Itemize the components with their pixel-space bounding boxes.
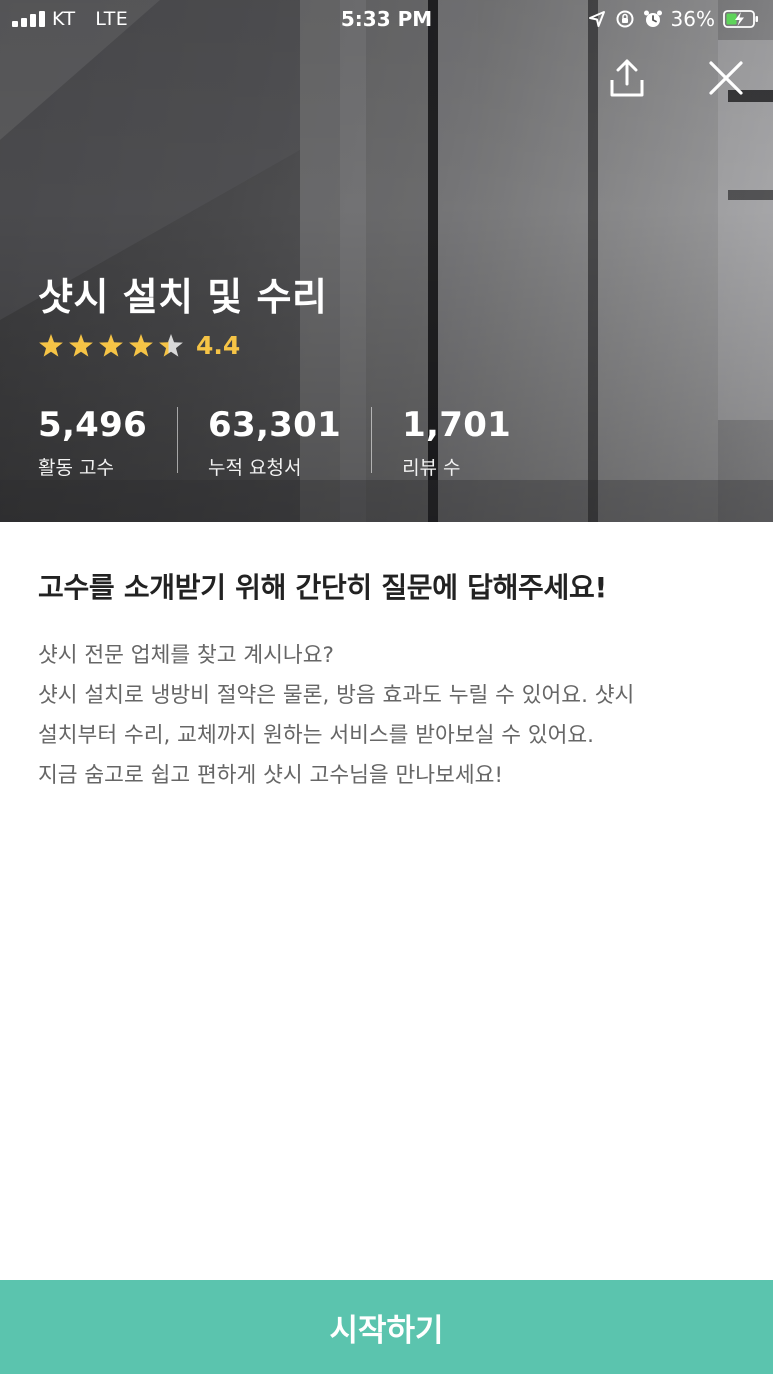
rating-value: 4.4	[196, 331, 241, 360]
start-button-label: 시작하기	[329, 1312, 444, 1349]
stat-divider	[177, 407, 179, 473]
stat-divider	[371, 407, 373, 473]
service-title: 샷시 설치 및 수리	[38, 275, 328, 319]
stat-review-count: 1,701 리뷰 수	[402, 405, 511, 480]
battery-charging-icon	[723, 10, 758, 28]
star-icon	[159, 333, 183, 357]
share-button[interactable]	[605, 56, 649, 100]
stat-value: 5,496	[38, 405, 148, 445]
status-bar: KT LTE 5:33 PM 36%	[0, 0, 773, 40]
stat-label: 리뷰 수	[402, 457, 461, 479]
description-line: 샷시 설치로 냉방비 절약은 물론, 방음 효과도 누릴 수 있어요. 샷시	[38, 683, 635, 708]
service-description: 샷시 전문 업체를 찾고 계시나요? 샷시 설치로 냉방비 절약은 물론, 방음…	[38, 636, 738, 796]
stat-value: 1,701	[402, 405, 512, 445]
star-icon	[39, 333, 63, 357]
description-line: 샷시 전문 업체를 찾고 계시나요?	[38, 643, 334, 668]
star-icon	[129, 333, 153, 357]
star-rating	[39, 333, 183, 357]
star-icon	[69, 333, 93, 357]
alarm-icon	[643, 10, 662, 27]
status-right-group: 36%	[587, 7, 759, 31]
description-line: 설치부터 수리, 교체까지 원하는 서비스를 받아보실 수 있어요.	[38, 723, 595, 748]
stat-total-requests: 63,301 누적 요청서	[208, 405, 341, 480]
stat-value: 63,301	[208, 405, 342, 445]
share-icon	[610, 59, 644, 97]
stat-active-pros: 5,496 활동 고수	[38, 405, 147, 480]
rating-row: 4.4	[38, 331, 240, 360]
close-button[interactable]	[704, 56, 748, 100]
description-line: 지금 숨고로 쉽고 편하게 샷시 고수님을 만나보세요!	[38, 763, 504, 788]
question-heading: 고수를 소개받기 위해 간단히 질문에 답해주세요!	[38, 571, 607, 604]
orientation-lock-icon	[616, 10, 634, 28]
battery-percent: 36%	[670, 7, 715, 31]
start-button[interactable]: 시작하기	[0, 1280, 773, 1374]
location-arrow-icon	[588, 11, 605, 27]
close-icon	[709, 61, 743, 95]
stat-label: 누적 요청서	[208, 457, 302, 479]
star-icon	[99, 333, 123, 357]
stat-label: 활동 고수	[38, 457, 114, 479]
stats-row: 5,496 활동 고수 63,301 누적 요청서 1,701 리뷰 수	[38, 405, 511, 480]
hero-banner: KT LTE 5:33 PM 36% 샷시 설치 및 수리 4.4 5,496 …	[0, 0, 773, 522]
